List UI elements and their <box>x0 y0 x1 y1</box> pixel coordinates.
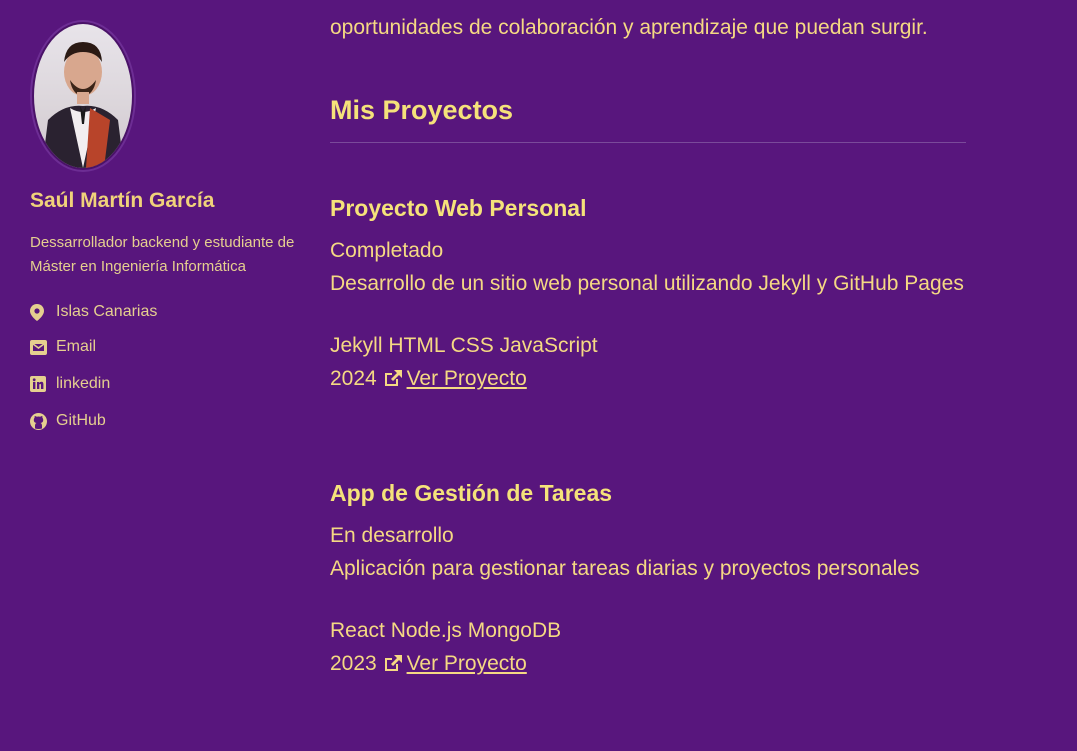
section-title: Mis Proyectos <box>330 95 514 125</box>
external-link-icon <box>383 364 403 397</box>
github-label: GitHub <box>56 412 106 429</box>
project-meta: 2023 Ver Proyecto <box>330 647 970 682</box>
project-title: Proyecto Web Personal <box>330 195 587 221</box>
section-divider <box>330 142 966 143</box>
external-link-icon <box>383 649 403 682</box>
linkedin-label: linkedin <box>56 375 111 392</box>
github-link[interactable]: GitHub <box>30 411 157 431</box>
avatar <box>30 20 136 172</box>
project-description: Aplicación para gestionar tareas diarias… <box>330 557 920 580</box>
project-status: En desarrollo <box>330 524 454 547</box>
social-links: Islas Canarias Email linkedin GitHub <box>30 302 157 431</box>
view-project-link[interactable]: Ver Proyecto <box>383 367 527 390</box>
sidebar: Saúl Martín García Dessarrollador backen… <box>30 20 310 430</box>
project-status: Completado <box>330 239 444 262</box>
location-pin-icon <box>30 302 50 322</box>
project-tech: Jekyll HTML CSS JavaScript <box>330 334 598 357</box>
profile-photo <box>34 24 132 168</box>
project-title: App de Gestión de Tareas <box>330 480 613 506</box>
project-description: Desarrollo de un sitio web personal util… <box>330 272 964 295</box>
project-card: App de Gestión de Tareas En desarrollo A… <box>330 478 970 682</box>
linkedin-icon <box>30 374 50 394</box>
project-tech: React Node.js MongoDB <box>330 619 562 642</box>
author-bio: Dessarrollador backend y estudiante de M… <box>30 234 295 275</box>
project-meta: 2024 Ver Proyecto <box>330 362 970 397</box>
location-label: Islas Canarias <box>56 303 158 320</box>
view-project-label: Ver Proyecto <box>406 652 527 675</box>
envelope-icon <box>30 337 50 357</box>
project-card: Proyecto Web Personal Completado Desarro… <box>330 193 970 397</box>
intro-paragraph: p oportunidades de colaboración y aprend… <box>330 0 990 44</box>
view-project-label: Ver Proyecto <box>406 367 527 390</box>
project-year: 2024 <box>330 367 377 390</box>
view-project-link[interactable]: Ver Proyecto <box>383 652 527 675</box>
github-icon <box>30 411 50 431</box>
author-name: Saúl Martín García <box>30 189 215 212</box>
email-label: Email <box>56 338 97 355</box>
intro-text: oportunidades de colaboración y aprendiz… <box>330 16 928 39</box>
linkedin-link[interactable]: linkedin <box>30 374 157 394</box>
project-year: 2023 <box>330 652 377 675</box>
email-link[interactable]: Email <box>30 337 157 357</box>
profile-photo-image <box>42 42 124 168</box>
location-item: Islas Canarias <box>30 302 157 322</box>
